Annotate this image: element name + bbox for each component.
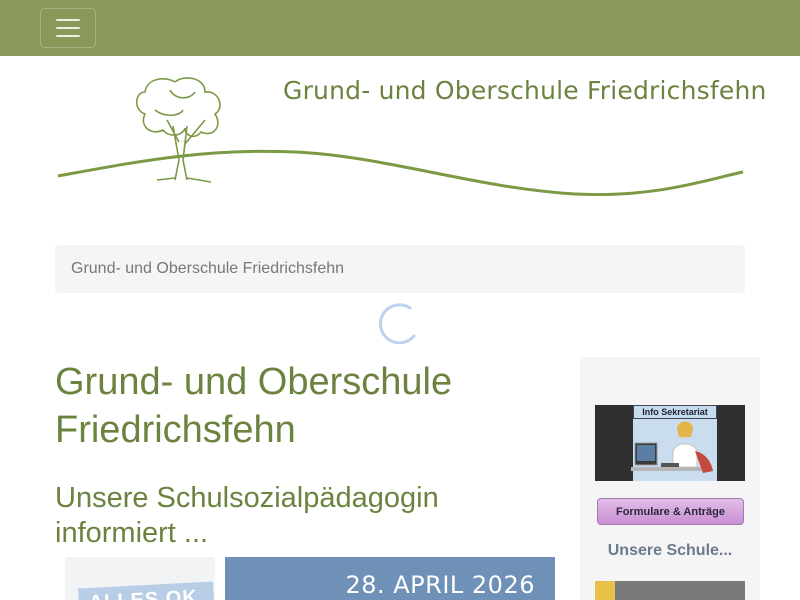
secretariat-info-tile[interactable]: Info Sekretariat — [595, 405, 745, 481]
article-image-right: 28. APRIL 2026 — [225, 557, 555, 600]
top-navbar — [0, 0, 800, 56]
header-school-name: Grund- und Oberschule Friedrichsfehn — [283, 76, 767, 105]
article-image-left: ALLES OK — [65, 557, 215, 600]
loading-spinner-icon — [378, 303, 416, 344]
sidebar: Info Sekretariat Formulare & Anträge Uns… — [580, 357, 760, 600]
hamburger-line — [56, 19, 80, 21]
thumbnail-accent — [595, 581, 615, 600]
sidebar-heading: Unsere Schule... — [607, 542, 733, 559]
forms-applications-button[interactable]: Formulare & Anträge — [597, 498, 744, 525]
image-badge-text: ALLES OK — [78, 581, 215, 600]
breadcrumb: Grund- und Oberschule Friedrichsfehn — [55, 245, 745, 293]
main-content: Grund- und Oberschule Friedrichsfehn Uns… — [55, 358, 565, 600]
article-title[interactable]: Unsere Schulsozialpädagogin informiert .… — [55, 481, 565, 551]
school-thumbnail[interactable] — [595, 581, 745, 600]
hamburger-line — [56, 27, 80, 29]
page-title: Grund- und Oberschule Friedrichsfehn — [55, 361, 453, 451]
image-date-text: 28. APRIL 2026 — [345, 571, 535, 599]
hamburger-line — [56, 35, 80, 37]
article-image[interactable]: ALLES OK 28. APRIL 2026 — [65, 557, 555, 600]
breadcrumb-current: Grund- und Oberschule Friedrichsfehn — [71, 260, 345, 277]
secretariat-label: Info Sekretariat — [633, 405, 717, 419]
header-logo-banner[interactable]: Grund- und Oberschule Friedrichsfehn — [55, 70, 766, 200]
hamburger-menu-icon[interactable] — [40, 8, 96, 48]
